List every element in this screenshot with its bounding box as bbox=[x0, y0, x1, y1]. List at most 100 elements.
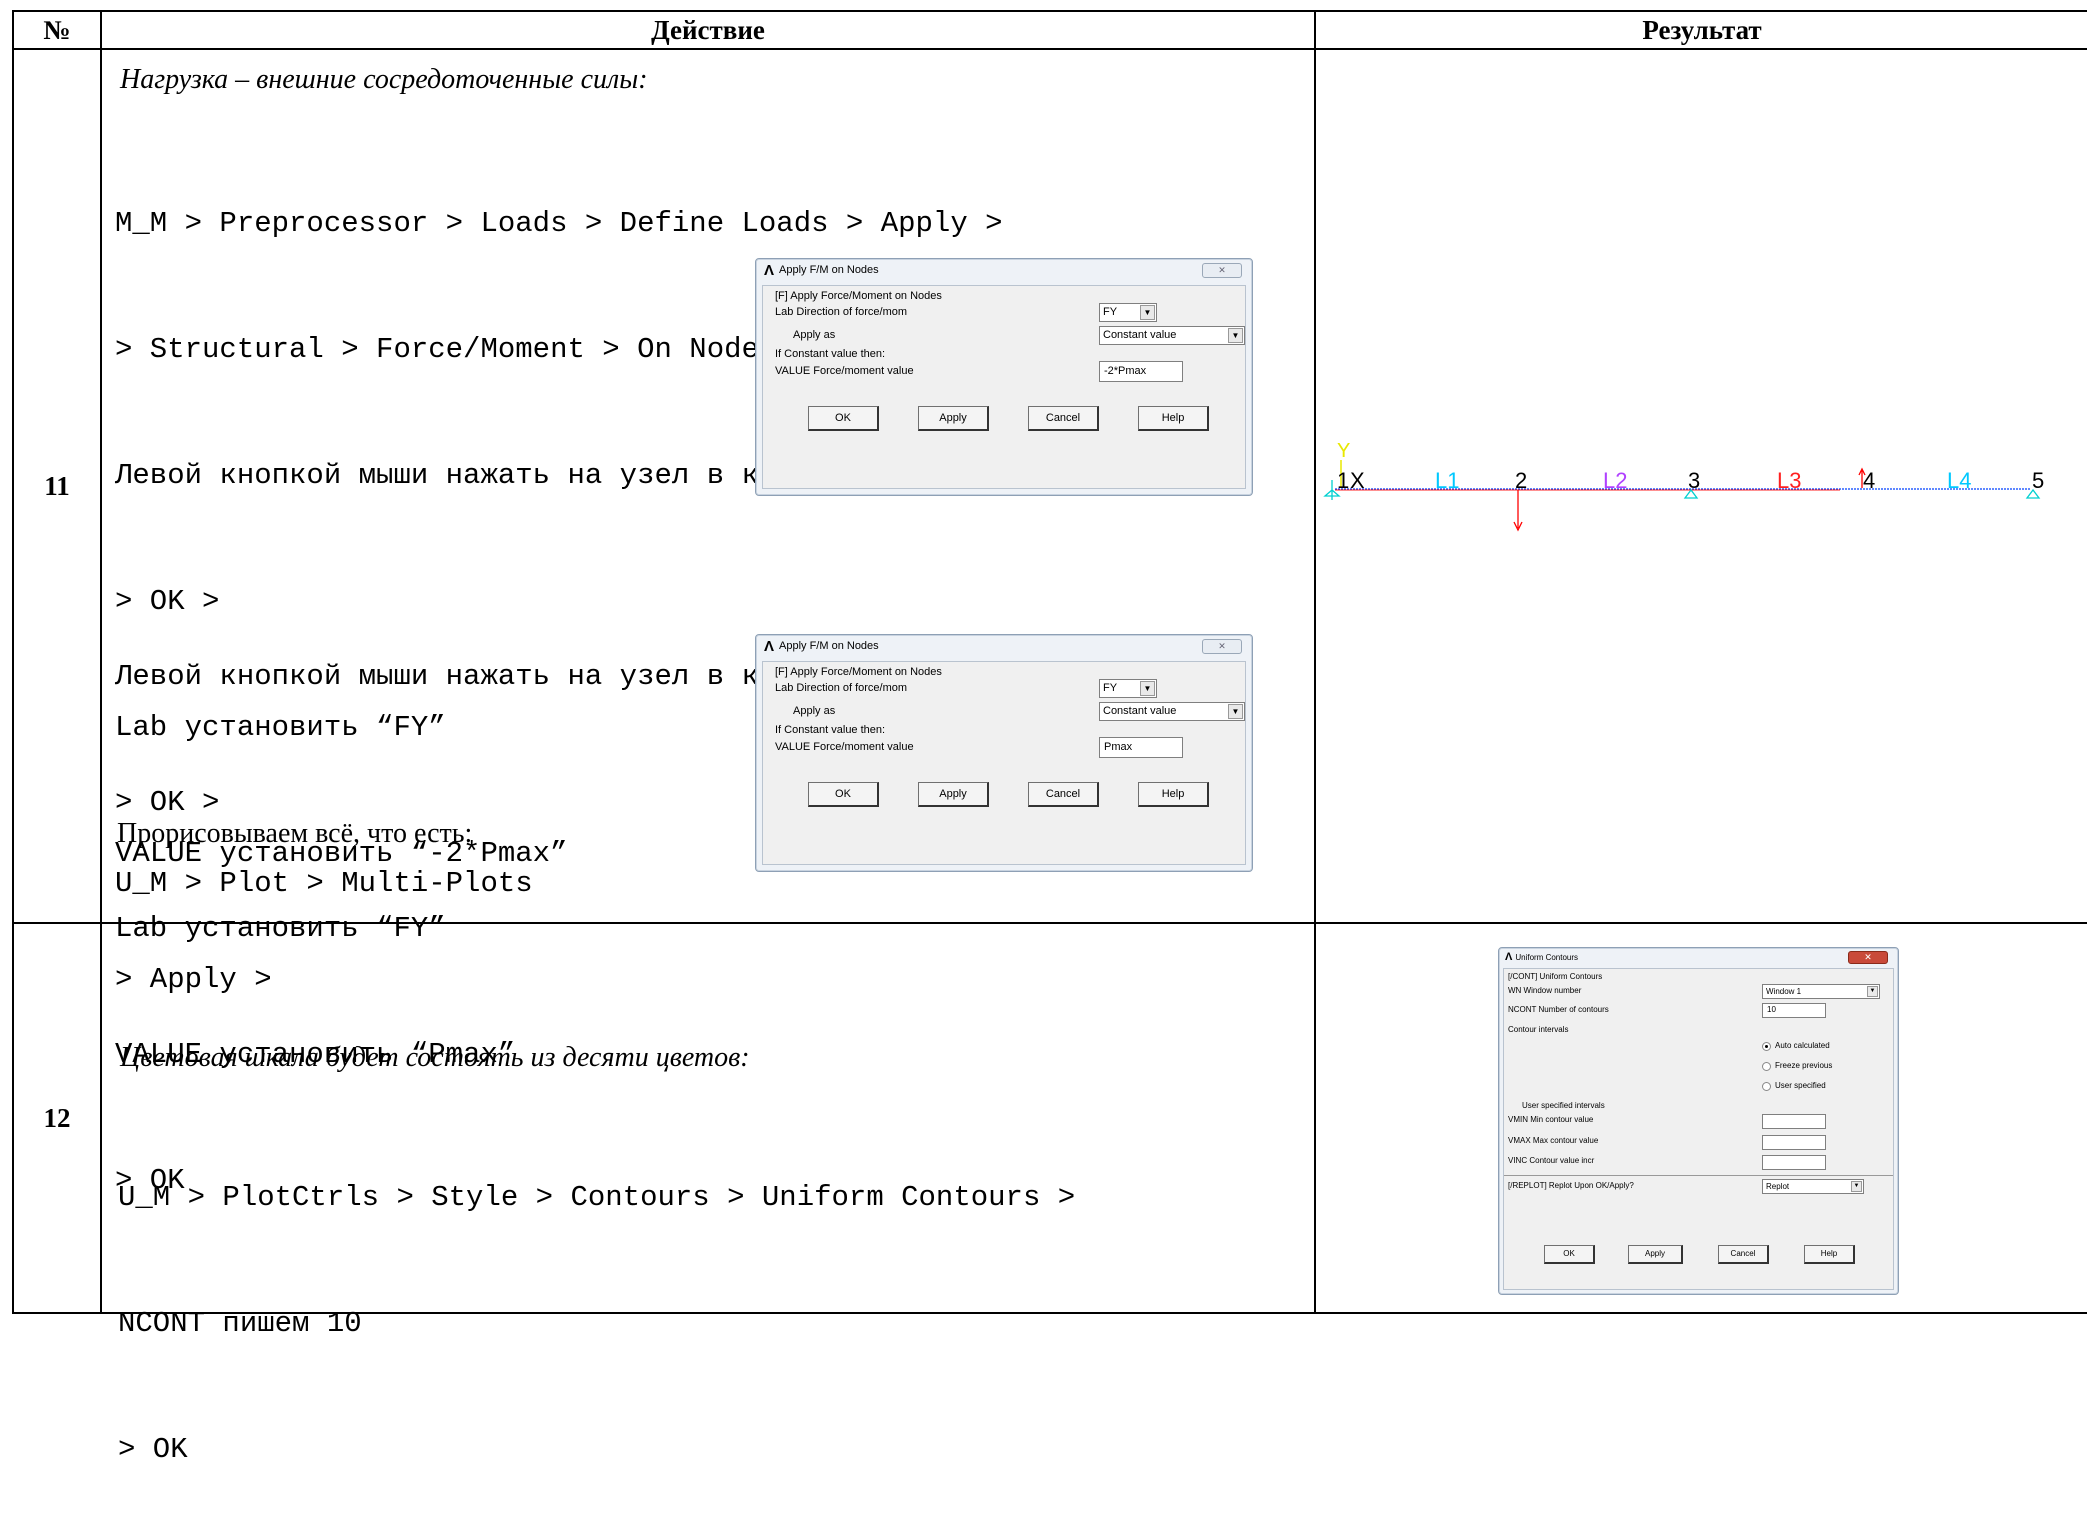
close-icon[interactable]: ✕ bbox=[1202, 263, 1242, 278]
row-number: 12 bbox=[12, 922, 102, 1314]
cancel-button[interactable]: Cancel bbox=[1028, 406, 1099, 431]
dialog-titlebar: Λ Apply F/M on Nodes ✕ bbox=[756, 259, 1252, 281]
chevron-down-icon[interactable]: ▼ bbox=[1228, 704, 1243, 719]
radio-user-specified[interactable] bbox=[1762, 1082, 1771, 1091]
dialog-title: Apply F/M on Nodes bbox=[779, 640, 879, 652]
apply-as-label: Apply as bbox=[793, 705, 836, 717]
value-input[interactable]: -2*Pmax bbox=[1099, 361, 1183, 382]
chevron-down-icon[interactable]: ▼ bbox=[1867, 986, 1878, 997]
keypoint-5-label: 5 bbox=[2032, 468, 2044, 493]
dialog-header: [F] Apply Force/Moment on Nodes bbox=[775, 290, 942, 302]
vmin-input[interactable] bbox=[1762, 1114, 1826, 1129]
step-line: > OK bbox=[118, 1433, 188, 1466]
apply-as-label: Apply as bbox=[793, 329, 836, 341]
ncont-label: NCONT Number of contours bbox=[1508, 1005, 1609, 1014]
wn-label: WN Window number bbox=[1508, 986, 1582, 995]
dialog-body: [/CONT] Uniform Contours WN Window numbe… bbox=[1503, 968, 1894, 1290]
radio-user-label: User specified bbox=[1775, 1081, 1826, 1090]
chevron-down-icon[interactable]: ▼ bbox=[1140, 305, 1155, 320]
step-line: NCONT пишем 10 bbox=[118, 1307, 362, 1340]
ncont-input[interactable]: 10 bbox=[1762, 1003, 1826, 1018]
replot-select[interactable]: Replot ▼ bbox=[1762, 1179, 1864, 1194]
apply-button[interactable]: Apply bbox=[918, 406, 989, 431]
dialog-title: Uniform Contours bbox=[1515, 952, 1579, 962]
table-header-row: № Действие Результат bbox=[12, 10, 2087, 50]
user-intervals-label: User specified intervals bbox=[1522, 1101, 1605, 1110]
dialog-title: Apply F/M on Nodes bbox=[779, 264, 879, 276]
step-line: Lab установить “FY” bbox=[115, 912, 446, 945]
radio-freeze-previous[interactable] bbox=[1762, 1062, 1771, 1071]
uniform-contours-dialog: Λ Uniform Contours ✕ [/CONT] Uniform Con… bbox=[1498, 947, 1899, 1295]
row11-heading: Нагрузка – внешние сосредоточенные силы: bbox=[120, 64, 648, 95]
divider bbox=[1504, 1175, 1893, 1176]
axis-x-label: X bbox=[1350, 468, 1365, 493]
apply-fm-dialog-2: Λ Apply F/M on Nodes ✕ [F] Apply Force/M… bbox=[755, 634, 1253, 872]
apply-as-select[interactable]: Constant value ▼ bbox=[1099, 326, 1245, 345]
header-number: № bbox=[12, 10, 102, 50]
value-label: VALUE Force/moment value bbox=[775, 741, 914, 753]
dialog-header: [F] Apply Force/Moment on Nodes bbox=[775, 666, 942, 678]
ok-button[interactable]: OK bbox=[808, 406, 879, 431]
apply-button[interactable]: Apply bbox=[918, 782, 989, 807]
apply-fm-dialog-1: Λ Apply F/M on Nodes ✕ [F] Apply Force/M… bbox=[755, 258, 1253, 496]
ansys-logo-icon: Λ bbox=[764, 261, 775, 279]
step-line: U_M > PlotCtrls > Style > Contours > Uni… bbox=[118, 1181, 1076, 1214]
radio-auto-calculated[interactable] bbox=[1762, 1042, 1771, 1051]
header-action: Действие bbox=[100, 10, 1316, 50]
beam-model-plot: Y X 1 L1 2 L2 3 L3 4 L4 5 bbox=[1323, 440, 2044, 532]
header-result: Результат bbox=[1314, 10, 2087, 50]
lab-select[interactable]: FY ▼ bbox=[1099, 303, 1157, 322]
close-icon[interactable]: ✕ bbox=[1202, 639, 1242, 654]
apply-button[interactable]: Apply bbox=[1628, 1245, 1683, 1264]
value-label: VALUE Force/moment value bbox=[775, 365, 914, 377]
keypoint-3-label: 3 bbox=[1688, 468, 1700, 493]
contour-intervals-label: Contour intervals bbox=[1508, 1025, 1569, 1034]
step-line: M_M > Preprocessor > Loads > Define Load… bbox=[115, 207, 1003, 240]
dialog-titlebar: Λ Apply F/M on Nodes ✕ bbox=[756, 635, 1252, 657]
lab-select[interactable]: FY ▼ bbox=[1099, 679, 1157, 698]
chevron-down-icon[interactable]: ▼ bbox=[1228, 328, 1243, 343]
vmin-label: VMIN Min contour value bbox=[1508, 1115, 1594, 1124]
keypoint-2-label: 2 bbox=[1515, 468, 1527, 493]
chevron-down-icon[interactable]: ▼ bbox=[1140, 681, 1155, 696]
help-button[interactable]: Help bbox=[1138, 782, 1209, 807]
dialog-header: [/CONT] Uniform Contours bbox=[1508, 972, 1603, 981]
cancel-button[interactable]: Cancel bbox=[1718, 1245, 1769, 1264]
if-const-label: If Constant value then: bbox=[775, 724, 886, 736]
dialog-body: [F] Apply Force/Moment on Nodes Lab Dire… bbox=[762, 661, 1246, 865]
plot-path: U_M > Plot > Multi-Plots bbox=[115, 867, 533, 900]
close-icon[interactable]: ✕ bbox=[1848, 951, 1888, 964]
cancel-button[interactable]: Cancel bbox=[1028, 782, 1099, 807]
row12-heading: Цветовая шкала будет состоять из десяти … bbox=[120, 1042, 750, 1073]
line-l3-label: L3 bbox=[1777, 468, 1801, 493]
axis-y-label: Y bbox=[1337, 440, 1350, 462]
keypoint-1-label: 1 bbox=[1337, 468, 1349, 493]
if-const-label: If Constant value then: bbox=[775, 348, 886, 360]
window-number-select[interactable]: Window 1 ▼ bbox=[1762, 984, 1880, 999]
line-l2-label: L2 bbox=[1603, 468, 1627, 493]
row-number: 11 bbox=[12, 48, 102, 924]
dialog-titlebar: Λ Uniform Contours ✕ bbox=[1499, 948, 1898, 966]
line-l4-label: L4 bbox=[1947, 468, 1971, 493]
vmax-input[interactable] bbox=[1762, 1135, 1826, 1150]
vmax-label: VMAX Max contour value bbox=[1508, 1136, 1599, 1145]
lab-label: Lab Direction of force/mom bbox=[775, 682, 908, 694]
ansys-logo-icon: Λ bbox=[1505, 951, 1513, 963]
radio-auto-label: Auto calculated bbox=[1775, 1041, 1830, 1050]
apply-as-select[interactable]: Constant value ▼ bbox=[1099, 702, 1245, 721]
ansys-logo-icon: Λ bbox=[764, 637, 775, 655]
ok-button[interactable]: OK bbox=[808, 782, 879, 807]
help-button[interactable]: Help bbox=[1804, 1245, 1855, 1264]
ok-button[interactable]: OK bbox=[1544, 1245, 1595, 1264]
chevron-down-icon[interactable]: ▼ bbox=[1851, 1181, 1862, 1192]
lab-label: Lab Direction of force/mom bbox=[775, 306, 908, 318]
help-button[interactable]: Help bbox=[1138, 406, 1209, 431]
vinc-input[interactable] bbox=[1762, 1155, 1826, 1170]
replot-label: [/REPLOT] Replot Upon OK/Apply? bbox=[1508, 1181, 1634, 1190]
row12-steps: U_M > PlotCtrls > Style > Contours > Uni… bbox=[118, 1093, 1075, 1513]
vinc-label: VINC Contour value incr bbox=[1508, 1156, 1595, 1165]
value-input[interactable]: Pmax bbox=[1099, 737, 1183, 758]
plot-note: Прорисовываем всё, что есть: bbox=[117, 818, 473, 849]
line-l1-label: L1 bbox=[1435, 468, 1459, 493]
radio-freeze-label: Freeze previous bbox=[1775, 1061, 1833, 1070]
